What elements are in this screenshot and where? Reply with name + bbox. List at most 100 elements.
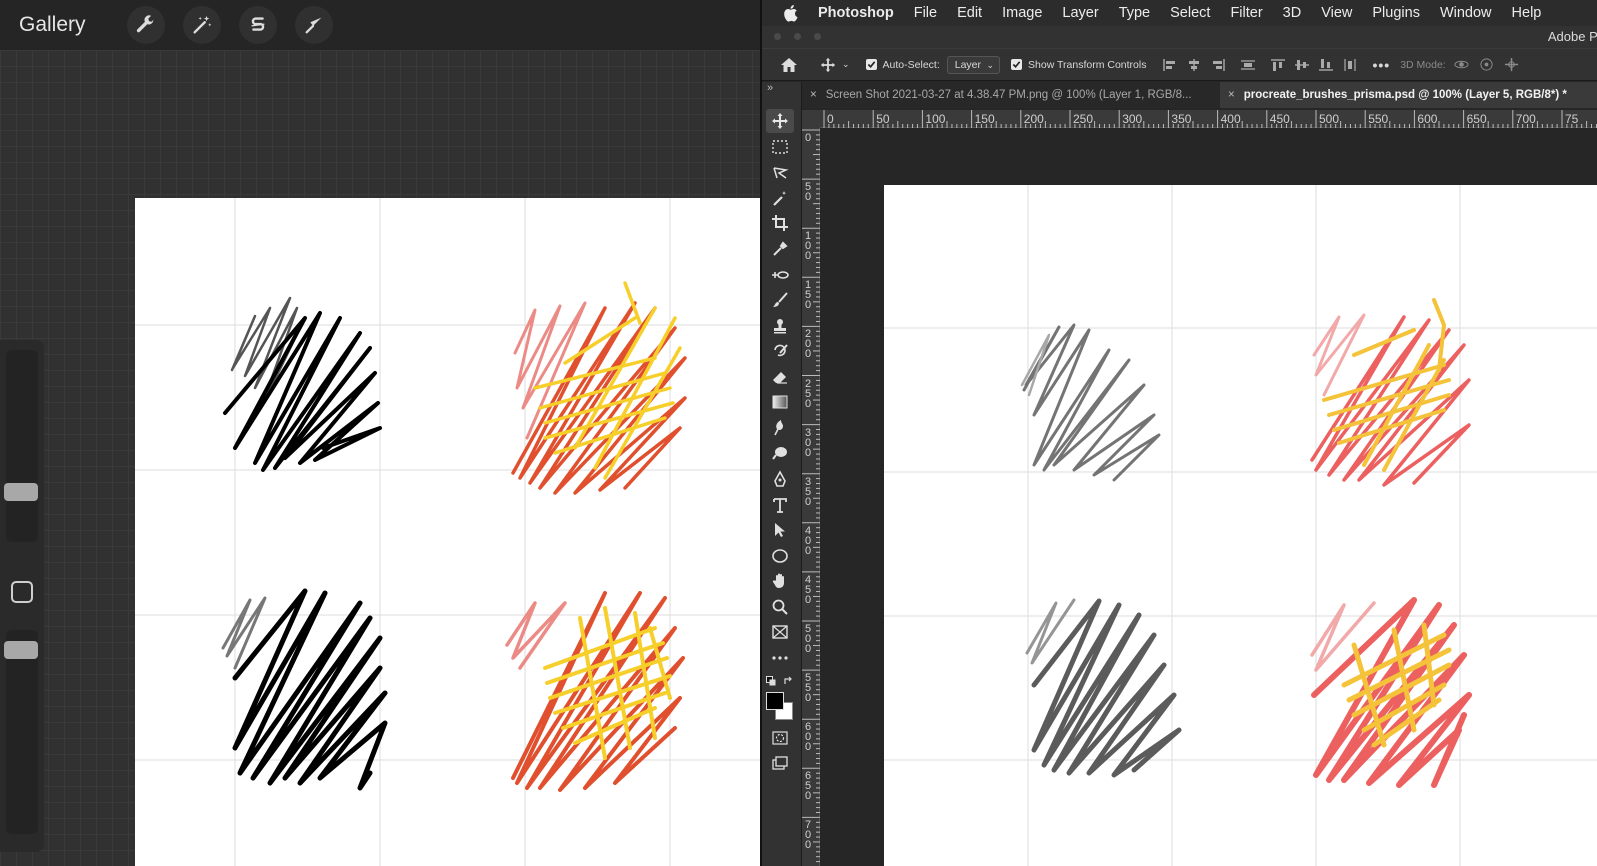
- menu-select[interactable]: Select: [1170, 5, 1210, 21]
- opacity-slider-handle[interactable]: [4, 641, 38, 659]
- procreate-canvas[interactable]: [135, 198, 760, 866]
- menu-type[interactable]: Type: [1119, 5, 1150, 21]
- vertical-ruler[interactable]: 0 50 100 150 200 250 300 350 400 450 500 550 600 650 7…: [802, 128, 820, 866]
- selection-button[interactable]: [239, 6, 277, 44]
- modify-button[interactable]: [11, 581, 33, 603]
- clone-stamp-tool[interactable]: [766, 314, 794, 338]
- distribute-vertical-icon[interactable]: [1342, 58, 1358, 72]
- hand-icon: [772, 573, 784, 588]
- gray-scribble-light: [1020, 323, 1161, 482]
- tool-preset-caret-icon[interactable]: ⌄: [842, 59, 850, 70]
- photoshop-canvas[interactable]: [884, 185, 1597, 866]
- auto-select-checkbox[interactable]: [865, 59, 877, 70]
- default-colors-icon[interactable]: [766, 676, 776, 686]
- show-transform-checkbox[interactable]: [1011, 59, 1023, 70]
- healing-brush-tool[interactable]: [766, 263, 794, 287]
- 3d-orbit-icon[interactable]: [1454, 57, 1469, 72]
- menu-layer[interactable]: Layer: [1062, 5, 1098, 21]
- tab-procreate-brushes[interactable]: × procreate_brushes_prisma.psd @ 100% (L…: [1220, 82, 1597, 108]
- transform-button[interactable]: [295, 6, 333, 44]
- auto-select-dropdown[interactable]: Layer ⌄: [946, 55, 1001, 74]
- menu-edit[interactable]: Edit: [957, 5, 982, 21]
- menu-image[interactable]: Image: [1002, 5, 1042, 21]
- close-tab-icon[interactable]: ×: [810, 89, 817, 101]
- frame-tool[interactable]: [766, 620, 794, 644]
- ruler-label: 400: [1220, 112, 1241, 126]
- tab-label: procreate_brushes_prisma.psd @ 100% (Lay…: [1243, 89, 1567, 101]
- lasso-tool[interactable]: [766, 160, 794, 184]
- brush-size-slider[interactable]: [6, 350, 38, 542]
- check-icon: [1012, 61, 1021, 68]
- eyedropper-tool[interactable]: [766, 237, 794, 261]
- zoom-window-button[interactable]: [814, 33, 821, 40]
- ruler-label: 100: [804, 230, 812, 263]
- actions-button[interactable]: [127, 6, 165, 44]
- menu-file[interactable]: File: [914, 5, 937, 21]
- menu-help[interactable]: Help: [1512, 5, 1542, 21]
- apple-icon[interactable]: [782, 4, 798, 22]
- align-right-icon[interactable]: [1210, 58, 1226, 72]
- 3d-roll-icon[interactable]: [1479, 57, 1494, 72]
- transform-arrow-icon: [305, 17, 322, 34]
- menu-window[interactable]: Window: [1440, 5, 1492, 21]
- pen-tool[interactable]: [766, 467, 794, 491]
- home-icon[interactable]: [780, 56, 798, 74]
- screen-mode-icon: [772, 756, 788, 770]
- ruler-label: 250: [804, 377, 812, 410]
- brush-tool[interactable]: [766, 288, 794, 312]
- align-middle-icon[interactable]: [1294, 58, 1310, 72]
- blur-tool[interactable]: [766, 416, 794, 440]
- dodge-tool[interactable]: [766, 441, 794, 465]
- ruler-label: 75: [1565, 112, 1579, 126]
- ruler-label: 550: [1368, 112, 1389, 126]
- blur-drop-icon: [774, 420, 783, 436]
- ruler-label: 500: [804, 623, 812, 655]
- screen-mode-button[interactable]: [766, 751, 794, 775]
- zoom-tool[interactable]: [766, 595, 794, 619]
- menu-view[interactable]: View: [1321, 5, 1352, 21]
- more-options-icon[interactable]: •••: [1372, 57, 1390, 73]
- swap-colors-icon[interactable]: [783, 676, 793, 686]
- magic-wand-tool[interactable]: [766, 186, 794, 210]
- quick-mask-button[interactable]: [766, 726, 794, 750]
- eraser-tool[interactable]: [766, 365, 794, 389]
- collapse-panel-icon[interactable]: »: [767, 82, 773, 94]
- close-window-button[interactable]: [774, 33, 781, 40]
- align-bottom-icon[interactable]: [1318, 58, 1334, 72]
- move-tool[interactable]: [766, 109, 794, 133]
- menu-3d[interactable]: 3D: [1283, 5, 1302, 21]
- ellipse-tool[interactable]: [766, 544, 794, 568]
- lasso-icon: [773, 167, 789, 179]
- adjustments-button[interactable]: [183, 6, 221, 44]
- 3d-pan-icon[interactable]: [1504, 57, 1519, 72]
- distribute-icon[interactable]: [1240, 58, 1256, 72]
- ruler-label: 500: [1319, 112, 1340, 126]
- align-center-icon[interactable]: [1186, 58, 1202, 72]
- gallery-button[interactable]: Gallery: [19, 13, 109, 37]
- history-brush-tool[interactable]: [766, 339, 794, 363]
- close-tab-icon[interactable]: ×: [1228, 89, 1235, 101]
- path-selection-tool[interactable]: [766, 518, 794, 542]
- minimize-window-button[interactable]: [794, 33, 801, 40]
- tab-screenshot[interactable]: × Screen Shot 2021-03-27 at 4.38.47 PM.p…: [802, 82, 1220, 108]
- opacity-slider[interactable]: [6, 630, 38, 834]
- hand-tool[interactable]: [766, 569, 794, 593]
- align-left-icon[interactable]: [1162, 58, 1178, 72]
- edit-toolbar-button[interactable]: [766, 646, 794, 670]
- brush-size-slider-handle[interactable]: [4, 483, 38, 501]
- crop-tool[interactable]: [766, 211, 794, 235]
- marquee-tool[interactable]: [766, 135, 794, 159]
- type-tool[interactable]: [766, 493, 794, 517]
- zoom-magnifier-icon: [772, 599, 788, 615]
- align-top-icon[interactable]: [1270, 58, 1286, 72]
- ruler-origin[interactable]: [802, 110, 820, 128]
- menu-photoshop[interactable]: Photoshop: [818, 5, 894, 21]
- menu-plugins[interactable]: Plugins: [1372, 5, 1420, 21]
- gradient-tool[interactable]: [766, 390, 794, 414]
- horizontal-ruler[interactable]: 0 50 100 150 200 250 300 350 400 450 500 550 600 650 7…: [820, 110, 1597, 128]
- foreground-color-swatch[interactable]: [766, 692, 784, 710]
- move-tool-icon[interactable]: [820, 57, 836, 73]
- procreate-app: Gallery: [0, 0, 760, 866]
- menu-filter[interactable]: Filter: [1230, 5, 1262, 21]
- ruler-label: 550: [804, 672, 812, 705]
